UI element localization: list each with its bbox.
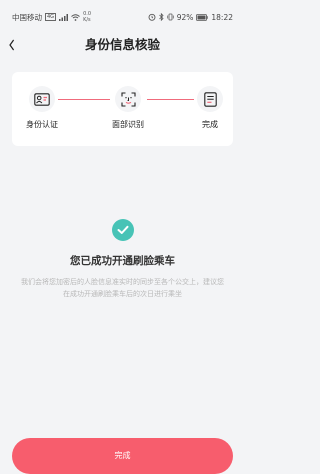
battery-percent: 92% (176, 12, 194, 22)
signal-icon (59, 13, 69, 21)
step-complete: 完成 (180, 86, 240, 130)
status-bar: 中国移动 4G 0.0 K/s 92% 18:22 (0, 0, 245, 34)
document-done-icon (197, 86, 223, 112)
speed-unit: K/s (83, 17, 91, 23)
verification-steps-card: 身份认证 面部识别 完成 (12, 72, 233, 146)
carrier-label: 中国移动 (12, 12, 42, 22)
step-label-face: 面部识别 (112, 120, 144, 129)
nav-bar: 身份信息核验 (0, 34, 245, 58)
done-button[interactable]: 完成 (12, 438, 233, 474)
clock: 18:22 (211, 12, 233, 22)
vibrate-icon (167, 13, 174, 21)
status-bar-right: 92% 18:22 (148, 13, 233, 22)
result-title: 您已成功开通刷脸乘车 (70, 255, 175, 267)
face-scan-icon (115, 86, 141, 112)
id-card-icon (29, 86, 55, 112)
success-check-icon (112, 219, 134, 241)
step-identity-auth: 身份认证 (12, 86, 72, 130)
network-badge: 4G (45, 13, 57, 21)
step-label-complete: 完成 (202, 120, 218, 129)
page-title: 身份信息核验 (84, 37, 160, 52)
step-label-identity: 身份认证 (26, 120, 58, 129)
bluetooth-icon (158, 13, 164, 21)
step-face-recognition: 面部识别 (98, 86, 158, 130)
wifi-icon (71, 13, 80, 21)
result-description: 我们会将您加密后的人脸信息准实时的同步至各个公交上，建议您在成功开通刷脸乘车后的… (21, 278, 224, 298)
network-speed: 0.0 K/s (83, 11, 91, 23)
status-bar-left: 中国移动 4G 0.0 K/s (12, 11, 91, 23)
alarm-icon (148, 13, 156, 21)
battery-icon (196, 13, 209, 21)
